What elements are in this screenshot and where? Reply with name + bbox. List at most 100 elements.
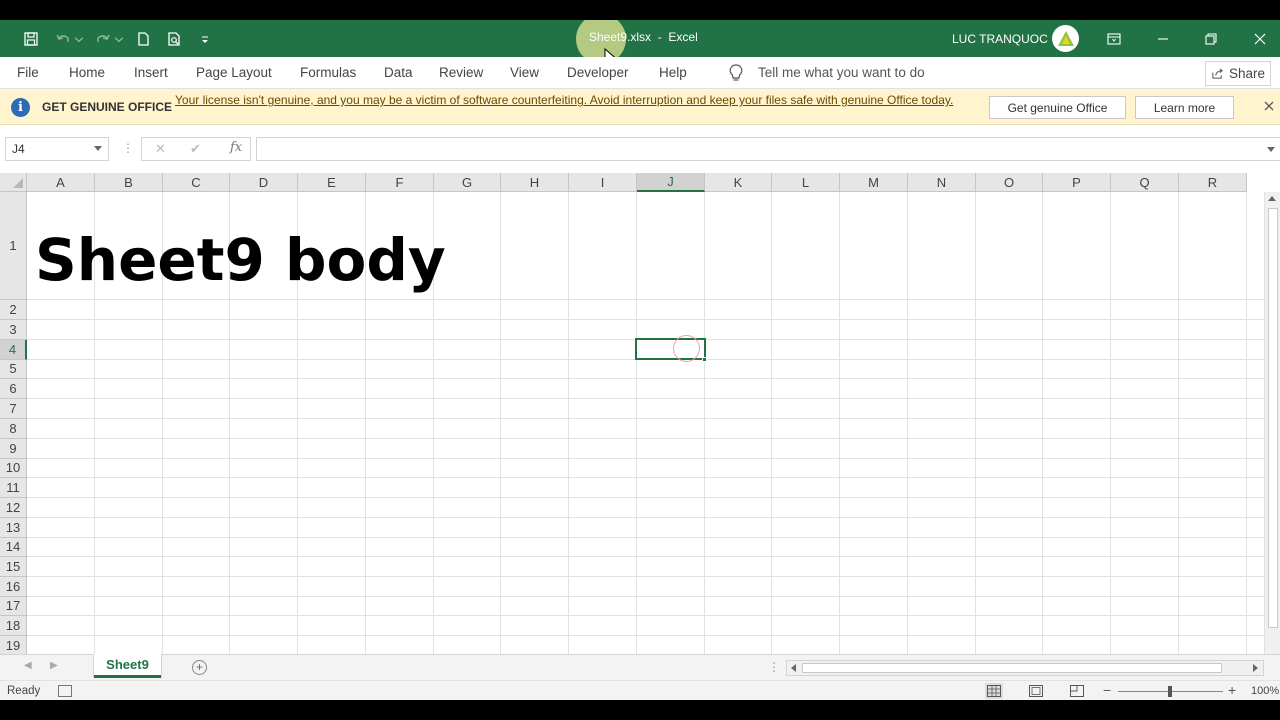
- account-name[interactable]: LUC TRANQUOC: [952, 32, 1048, 46]
- tab-formulas[interactable]: Formulas: [300, 65, 356, 80]
- sheet-tab-sheet9[interactable]: Sheet9: [94, 654, 161, 678]
- redo-dropdown-icon[interactable]: [114, 28, 124, 50]
- insert-function-icon[interactable]: fx: [230, 140, 242, 155]
- row-header-5[interactable]: 5: [0, 360, 27, 379]
- undo-icon[interactable]: [52, 28, 74, 50]
- column-header-e[interactable]: E: [298, 173, 366, 192]
- column-header-h[interactable]: H: [501, 173, 569, 192]
- row-header-7[interactable]: 7: [0, 399, 27, 419]
- page-layout-view-button[interactable]: [1027, 683, 1045, 699]
- scroll-left-icon[interactable]: [791, 664, 796, 672]
- row-header-12[interactable]: 12: [0, 498, 27, 518]
- avatar[interactable]: [1052, 25, 1079, 52]
- tab-developer[interactable]: Developer: [567, 65, 629, 80]
- message-link[interactable]: Your license isn't genuine, and you may …: [175, 92, 965, 108]
- vertical-scrollbar[interactable]: [1264, 192, 1280, 674]
- column-header-i[interactable]: I: [569, 173, 637, 192]
- tab-help[interactable]: Help: [659, 65, 687, 80]
- tab-file[interactable]: File: [17, 65, 39, 80]
- previous-sheet-icon[interactable]: ◀: [24, 660, 32, 671]
- tab-view[interactable]: View: [510, 65, 539, 80]
- row-header-17[interactable]: 17: [0, 597, 27, 616]
- row-header-16[interactable]: 16: [0, 577, 27, 597]
- row-header-18[interactable]: 18: [0, 616, 27, 636]
- vertical-scroll-thumb[interactable]: [1268, 208, 1278, 628]
- row-header-9[interactable]: 9: [0, 439, 27, 459]
- row-header-11[interactable]: 11: [0, 478, 27, 498]
- save-icon[interactable]: [20, 28, 42, 50]
- column-header-o[interactable]: O: [976, 173, 1043, 192]
- zoom-slider-thumb[interactable]: [1168, 686, 1172, 697]
- normal-view-button[interactable]: [985, 683, 1003, 699]
- column-header-q[interactable]: Q: [1111, 173, 1179, 192]
- close-button[interactable]: [1237, 20, 1280, 57]
- row-header-15[interactable]: 15: [0, 557, 27, 577]
- confirm-entry-icon[interactable]: ✔: [190, 141, 201, 157]
- lightbulb-icon[interactable]: [727, 63, 745, 83]
- select-all-button[interactable]: [0, 173, 27, 192]
- column-header-g[interactable]: G: [434, 173, 501, 192]
- worksheet-grid[interactable]: ABCDEFGHIJKLMNOPQR 1 2 3 4 5 6 7 8 9 10 11 12 13 14 15…: [0, 173, 1264, 654]
- new-file-icon[interactable]: [132, 28, 154, 50]
- row-header-4[interactable]: 4: [0, 340, 27, 360]
- page-break-preview-button[interactable]: [1068, 683, 1086, 699]
- column-header-m[interactable]: M: [840, 173, 908, 192]
- tab-split-handle[interactable]: ⋮: [768, 660, 780, 674]
- new-sheet-icon[interactable]: +: [192, 660, 207, 675]
- row-header-13[interactable]: 13: [0, 518, 27, 538]
- horizontal-scroll-thumb[interactable]: [802, 663, 1222, 673]
- share-button[interactable]: Share: [1205, 61, 1271, 86]
- column-header-j[interactable]: J: [637, 173, 705, 192]
- learn-more-button[interactable]: Learn more: [1135, 96, 1234, 119]
- row-header-2[interactable]: 2: [0, 300, 27, 320]
- column-header-n[interactable]: N: [908, 173, 976, 192]
- customize-qat-icon[interactable]: [194, 28, 216, 50]
- zoom-in-button[interactable]: +: [1228, 682, 1236, 698]
- next-sheet-icon[interactable]: ▶: [50, 660, 58, 671]
- tab-insert[interactable]: Insert: [134, 65, 168, 80]
- zoom-out-button[interactable]: −: [1103, 682, 1111, 698]
- column-header-k[interactable]: K: [705, 173, 772, 192]
- column-header-r[interactable]: R: [1179, 173, 1247, 192]
- row-header-14[interactable]: 14: [0, 538, 27, 557]
- formula-bar-splitter[interactable]: ⋮: [122, 141, 134, 155]
- undo-dropdown-icon[interactable]: [74, 28, 84, 50]
- gridline-vertical: [1110, 192, 1111, 654]
- close-icon[interactable]: [1262, 99, 1276, 113]
- row-header-1[interactable]: 1: [0, 192, 27, 300]
- scroll-right-icon[interactable]: [1253, 664, 1258, 672]
- redo-icon[interactable]: [92, 28, 114, 50]
- cell-a1[interactable]: Sheet9 body: [35, 225, 446, 295]
- column-header-a[interactable]: A: [27, 173, 95, 192]
- name-box-dropdown-icon[interactable]: [94, 146, 102, 151]
- column-header-c[interactable]: C: [163, 173, 230, 192]
- formula-input[interactable]: [256, 137, 1280, 161]
- scroll-up-icon[interactable]: [1268, 196, 1276, 201]
- tab-review[interactable]: Review: [439, 65, 483, 80]
- horizontal-scrollbar[interactable]: [786, 660, 1264, 676]
- tab-page-layout[interactable]: Page Layout: [196, 65, 272, 80]
- row-header-19[interactable]: 19: [0, 636, 27, 654]
- column-header-d[interactable]: D: [230, 173, 298, 192]
- minimize-button[interactable]: [1140, 20, 1186, 57]
- fill-handle[interactable]: [702, 357, 707, 362]
- cancel-entry-icon[interactable]: ✕: [155, 141, 166, 157]
- row-header-6[interactable]: 6: [0, 379, 27, 399]
- column-header-b[interactable]: B: [95, 173, 163, 192]
- expand-formula-bar-icon[interactable]: [1267, 147, 1275, 152]
- zoom-level[interactable]: 100%: [1251, 685, 1279, 697]
- row-header-8[interactable]: 8: [0, 419, 27, 439]
- tell-me-search[interactable]: Tell me what you want to do: [758, 65, 925, 80]
- column-header-l[interactable]: L: [772, 173, 840, 192]
- print-preview-icon[interactable]: [163, 28, 185, 50]
- row-header-3[interactable]: 3: [0, 320, 27, 340]
- tab-data[interactable]: Data: [384, 65, 413, 80]
- get-genuine-office-button[interactable]: Get genuine Office: [989, 96, 1126, 119]
- ribbon-display-options-button[interactable]: [1091, 20, 1137, 57]
- tab-home[interactable]: Home: [69, 65, 105, 80]
- column-header-f[interactable]: F: [366, 173, 434, 192]
- macro-recording-icon[interactable]: [58, 685, 72, 697]
- row-header-10[interactable]: 10: [0, 459, 27, 478]
- restore-button[interactable]: [1188, 20, 1234, 57]
- column-header-p[interactable]: P: [1043, 173, 1111, 192]
